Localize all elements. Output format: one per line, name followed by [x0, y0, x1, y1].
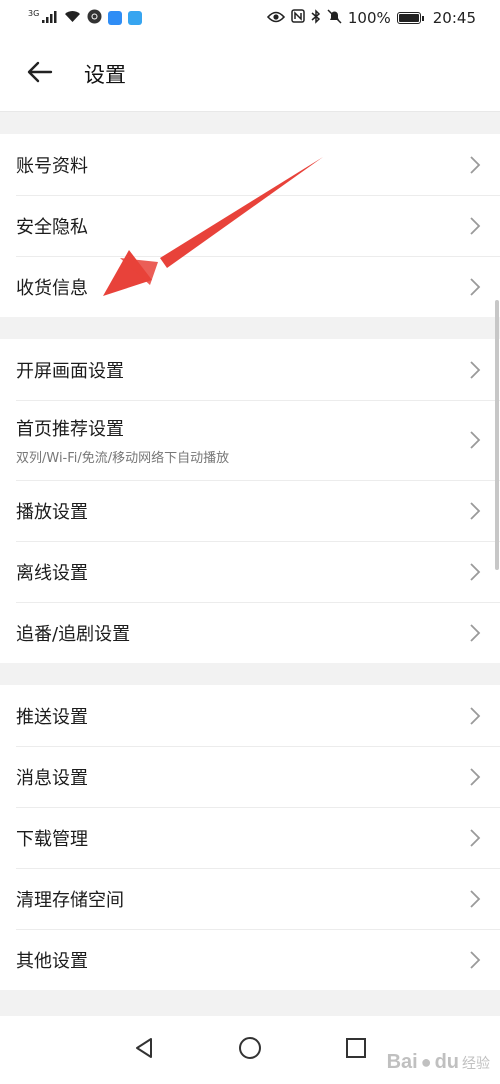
setting-item-splash-screen[interactable]: 开屏画面设置 [0, 339, 500, 400]
setting-label: 离线设置 [16, 562, 88, 584]
chevron-right-icon [468, 500, 482, 522]
settings-group-system: 推送设置 消息设置 下载管理 清理存储空间 其他设置 [0, 685, 500, 990]
setting-item-downloads[interactable]: 下载管理 [0, 807, 500, 868]
chevron-right-icon [468, 276, 482, 298]
chevron-right-icon [468, 622, 482, 644]
chevron-right-icon [468, 827, 482, 849]
eye-icon [266, 9, 285, 27]
chevron-right-icon [468, 154, 482, 176]
nav-home-icon [238, 1036, 262, 1064]
nav-home-button[interactable] [236, 1036, 264, 1064]
chevron-right-icon [468, 429, 482, 451]
chevron-right-icon [468, 949, 482, 971]
settings-group-playback: 开屏画面设置 首页推荐设置 双列/Wi-Fi/免流/移动网络下自动播放 播放设置… [0, 339, 500, 663]
section-gap [0, 112, 500, 134]
setting-label: 其他设置 [16, 950, 88, 972]
setting-item-clear-storage[interactable]: 清理存储空间 [0, 868, 500, 929]
setting-label: 下载管理 [16, 828, 88, 850]
battery-percent: 100% [347, 9, 391, 27]
setting-item-other[interactable]: 其他设置 [0, 929, 500, 990]
bluetooth-icon [311, 8, 321, 28]
setting-label: 追番/追剧设置 [16, 623, 131, 645]
nfc-icon [291, 9, 305, 27]
nav-recents-icon [345, 1037, 367, 1063]
search-app-icon [128, 11, 143, 25]
chevron-right-icon [468, 705, 482, 727]
watermark-brand-end: du [434, 1051, 459, 1073]
clock: 20:45 [432, 9, 476, 27]
nav-back-icon [133, 1036, 155, 1064]
status-bar-right: 100% 20:45 [266, 8, 476, 28]
battery-icon [396, 12, 424, 24]
setting-item-follow-series[interactable]: 追番/追剧设置 [0, 602, 500, 663]
chevron-right-icon [468, 359, 482, 381]
settings-group-account: 账号资料 安全隐私 收货信息 [0, 134, 500, 317]
cloud-icon [108, 11, 123, 25]
chevron-right-icon [468, 561, 482, 583]
chevron-right-icon [468, 215, 482, 237]
scrollbar[interactable] [495, 300, 499, 570]
setting-description: 双列/Wi-Fi/免流/移动网络下自动播放 [16, 450, 230, 466]
setting-label: 消息设置 [16, 767, 88, 789]
setting-label: 开屏画面设置 [16, 360, 124, 382]
back-button[interactable] [20, 54, 60, 94]
watermark-brand: Bai [386, 1051, 418, 1073]
app-header: 设置 [0, 36, 500, 112]
setting-item-account-info[interactable]: 账号资料 [0, 134, 500, 195]
watermark-sub: 经验 [462, 1054, 490, 1071]
setting-item-security-privacy[interactable]: 安全隐私 [0, 195, 500, 256]
setting-item-home-recommend[interactable]: 首页推荐设置 双列/Wi-Fi/免流/移动网络下自动播放 [0, 400, 500, 480]
nav-recents-button[interactable] [342, 1036, 370, 1064]
setting-label: 播放设置 [16, 501, 88, 523]
setting-item-messages[interactable]: 消息设置 [0, 746, 500, 807]
back-arrow-icon [27, 61, 53, 87]
status-bar: 3G 100% 20:45 [0, 0, 500, 36]
setting-label: 账号资料 [16, 155, 88, 177]
setting-label: 首页推荐设置 [16, 418, 124, 440]
setting-item-offline[interactable]: 离线设置 [0, 541, 500, 602]
page-title: 设置 [84, 62, 126, 87]
section-gap [0, 317, 500, 339]
setting-item-push[interactable]: 推送设置 [0, 685, 500, 746]
signal-icon [42, 9, 58, 27]
wifi-icon [64, 9, 81, 27]
setting-item-playback[interactable]: 播放设置 [0, 480, 500, 541]
setting-label: 推送设置 [16, 706, 88, 728]
nav-back-button[interactable] [130, 1036, 158, 1064]
setting-item-shipping-info[interactable]: 收货信息 [0, 256, 500, 317]
setting-label: 收货信息 [16, 277, 88, 299]
setting-label: 清理存储空间 [16, 889, 124, 911]
setting-label: 安全隐私 [16, 216, 88, 238]
settings-list: 账号资料 安全隐私 收货信息 开屏画面设置 首页推荐设置 双列/Wi-Fi/免流… [0, 112, 500, 990]
mute-icon [327, 8, 342, 28]
chevron-right-icon [468, 766, 482, 788]
chevron-right-icon [468, 888, 482, 910]
section-gap [0, 663, 500, 685]
network-type: 3G [28, 9, 40, 18]
chrome-icon [87, 9, 102, 28]
baidu-watermark: Bai ● du 经验 [387, 1051, 490, 1074]
status-bar-left: 3G [28, 9, 143, 28]
paw-icon: ● [420, 1052, 432, 1072]
